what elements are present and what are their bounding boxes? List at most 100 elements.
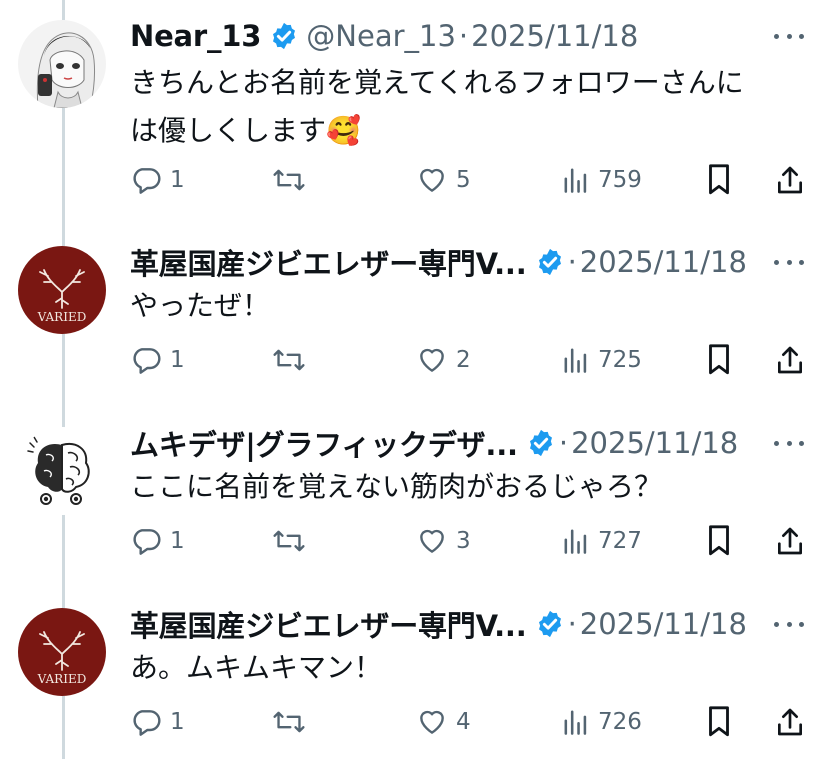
like-button[interactable]: 3 bbox=[416, 521, 471, 561]
separator: · bbox=[458, 19, 469, 53]
action-bar: 1 3 727 bbox=[130, 521, 810, 561]
bookmark-icon bbox=[709, 706, 729, 737]
reply-count: 1 bbox=[170, 528, 185, 554]
verified-badge-icon bbox=[273, 22, 296, 50]
reply-button[interactable]: 1 bbox=[130, 521, 185, 561]
tweet-text-line: は優しくします bbox=[130, 114, 327, 147]
reply-icon bbox=[133, 168, 161, 194]
like-button[interactable]: 2 bbox=[416, 340, 471, 380]
bookmark-button[interactable] bbox=[704, 160, 734, 200]
retweet-button[interactable] bbox=[272, 702, 314, 742]
view-count: 725 bbox=[598, 347, 642, 373]
views-chart-icon bbox=[564, 168, 587, 193]
action-bar: 1 5 759 bbox=[130, 160, 810, 200]
logo-text: VARIED bbox=[37, 310, 87, 324]
views-button[interactable]: 727 bbox=[562, 521, 642, 561]
brain-character-avatar-icon bbox=[18, 427, 106, 515]
reply-button[interactable]: 1 bbox=[130, 340, 185, 380]
more-options-icon[interactable] bbox=[774, 252, 804, 272]
retweet-button[interactable] bbox=[272, 521, 314, 561]
separator: · bbox=[567, 607, 577, 641]
heart-icon bbox=[420, 529, 444, 553]
share-button[interactable] bbox=[774, 702, 806, 742]
timestamp[interactable]: 2025/11/18 bbox=[471, 19, 638, 53]
avatar[interactable] bbox=[18, 20, 106, 108]
share-icon bbox=[778, 708, 802, 736]
verified-badge-icon bbox=[529, 429, 552, 457]
views-button[interactable]: 726 bbox=[562, 702, 642, 742]
varied-logo-icon: VARIED bbox=[18, 246, 106, 334]
avatar[interactable]: VARIED bbox=[18, 608, 106, 696]
display-name[interactable]: 革屋国産ジビエレザー専門V... bbox=[130, 603, 527, 645]
views-chart-icon bbox=[564, 348, 587, 373]
retweet-icon bbox=[273, 349, 305, 371]
tweet-text: やったぜ！ bbox=[130, 282, 810, 330]
reply-count: 1 bbox=[170, 709, 185, 735]
retweet-icon bbox=[273, 530, 305, 552]
reply-icon bbox=[133, 710, 161, 736]
bookmark-button[interactable] bbox=[704, 340, 734, 380]
retweet-button[interactable] bbox=[272, 160, 314, 200]
reply-button[interactable]: 1 bbox=[130, 702, 185, 742]
action-bar: 1 4 726 bbox=[130, 702, 810, 742]
reply-icon bbox=[133, 529, 161, 555]
views-chart-icon bbox=[564, 710, 587, 735]
reply-count: 1 bbox=[170, 347, 185, 373]
views-button[interactable]: 759 bbox=[562, 160, 642, 200]
retweet-icon bbox=[273, 711, 305, 733]
separator: · bbox=[558, 426, 569, 460]
tweet-header: Near_13 @Near_13 · 2025/11/18 bbox=[130, 16, 638, 56]
more-options-icon[interactable] bbox=[774, 433, 804, 453]
like-count: 3 bbox=[456, 528, 471, 554]
display-name[interactable]: Near_13 bbox=[130, 19, 261, 53]
heart-icon bbox=[420, 348, 444, 372]
like-count: 5 bbox=[456, 167, 471, 193]
timestamp[interactable]: 2025/11/18 bbox=[580, 245, 747, 279]
share-button[interactable] bbox=[774, 521, 806, 561]
display-name[interactable]: 革屋国産ジビエレザー専門V... bbox=[130, 241, 527, 283]
smiling-hearts-emoji: 🥰 bbox=[326, 114, 361, 147]
tweet-text-line: きちんとお名前を覚えてくれるフォロワーさんに bbox=[130, 66, 744, 99]
tweet-header: ムキデザ|グラフィックデザ... · 2025/11/18 bbox=[130, 423, 738, 463]
tweet-text-line: やったぜ！ bbox=[130, 289, 271, 322]
varied-logo-icon: VARIED bbox=[18, 608, 106, 696]
bookmark-icon bbox=[709, 164, 729, 195]
share-icon bbox=[778, 166, 802, 194]
timestamp[interactable]: 2025/11/18 bbox=[580, 607, 747, 641]
tweet-header: 革屋国産ジビエレザー専門V... · 2025/11/18 bbox=[130, 242, 747, 282]
reply-icon bbox=[133, 348, 161, 374]
heart-icon bbox=[420, 710, 444, 734]
retweet-button[interactable] bbox=[272, 340, 314, 380]
handle[interactable]: @Near_13 bbox=[306, 19, 456, 53]
like-button[interactable]: 4 bbox=[416, 702, 471, 742]
more-options-icon[interactable] bbox=[774, 614, 804, 634]
view-count: 727 bbox=[598, 528, 642, 554]
action-bar: 1 2 725 bbox=[130, 340, 810, 380]
share-button[interactable] bbox=[774, 340, 806, 380]
verified-badge-icon bbox=[538, 248, 561, 276]
avatar[interactable]: VARIED bbox=[18, 246, 106, 334]
tweet-header: 革屋国産ジビエレザー専門V... · 2025/11/18 bbox=[130, 604, 747, 644]
tweet-text: きちんとお名前を覚えてくれるフォロワーさんに は優しくします🥰 bbox=[130, 59, 810, 155]
like-button[interactable]: 5 bbox=[416, 160, 471, 200]
tweet-text: ここに名前を覚えない筋肉がおるじゃろ？ bbox=[130, 463, 810, 511]
separator: · bbox=[567, 245, 577, 279]
share-icon bbox=[778, 527, 802, 555]
tweet-text: あ。ムキムキマン！ bbox=[130, 644, 810, 692]
views-button[interactable]: 725 bbox=[562, 340, 642, 380]
heart-icon bbox=[420, 168, 444, 192]
bookmark-icon bbox=[709, 344, 729, 375]
reply-button[interactable]: 1 bbox=[130, 160, 185, 200]
views-chart-icon bbox=[564, 529, 587, 554]
reply-count: 1 bbox=[170, 167, 185, 193]
bookmark-button[interactable] bbox=[704, 702, 734, 742]
avatar[interactable] bbox=[18, 427, 106, 515]
bookmark-icon bbox=[709, 525, 729, 556]
tweet-text-line: あ。ムキムキマン！ bbox=[130, 651, 383, 684]
timestamp[interactable]: 2025/11/18 bbox=[571, 426, 738, 460]
more-options-icon[interactable] bbox=[774, 26, 804, 46]
share-button[interactable] bbox=[774, 160, 806, 200]
share-icon bbox=[778, 346, 802, 374]
display-name[interactable]: ムキデザ|グラフィックデザ... bbox=[130, 422, 518, 464]
bookmark-button[interactable] bbox=[704, 521, 734, 561]
